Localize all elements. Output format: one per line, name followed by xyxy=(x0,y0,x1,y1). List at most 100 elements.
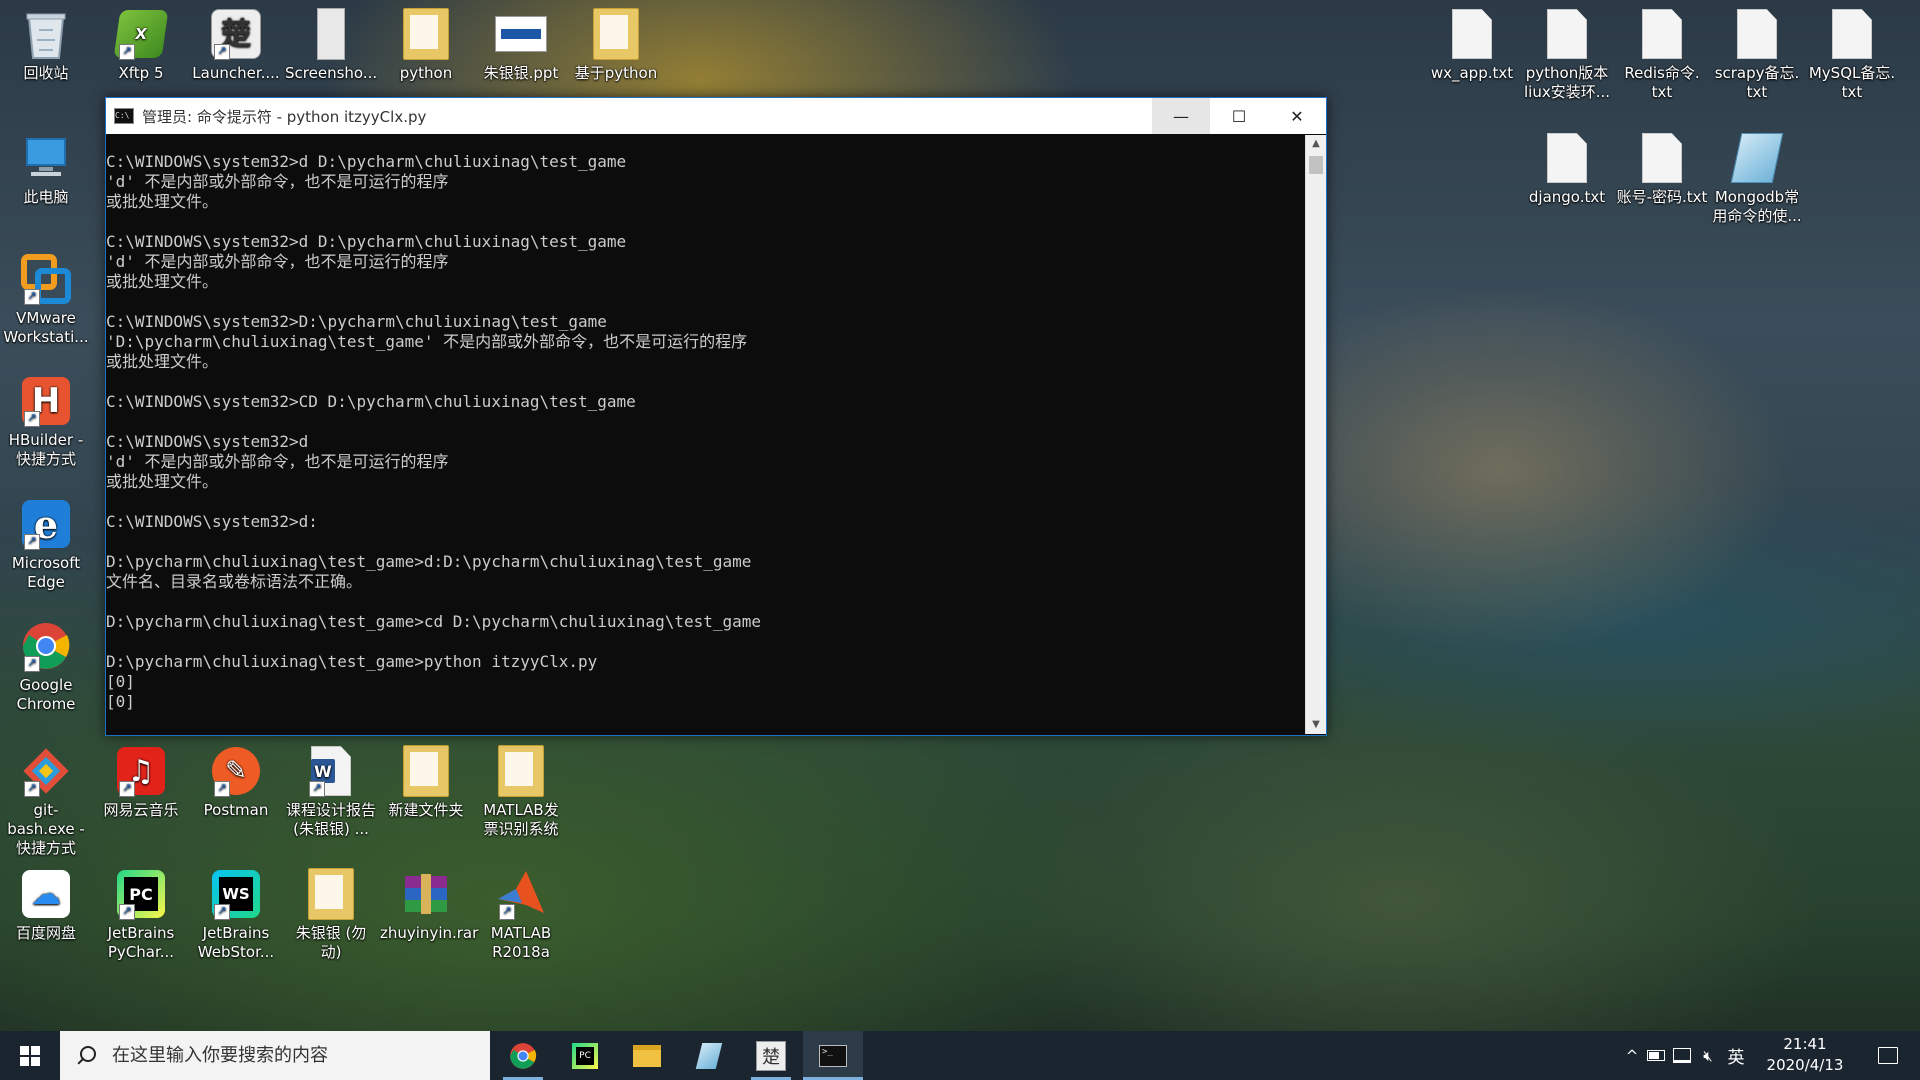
desktop-icon-python-folder[interactable]: 基于python xyxy=(570,8,662,83)
scroll-down-icon[interactable]: ▼ xyxy=(1306,716,1326,734)
console-line: 文件名、目录名或卷标语法不正确。 xyxy=(106,572,363,591)
scroll-up-icon[interactable]: ▲ xyxy=(1306,135,1326,153)
desktop-icon-webstorm[interactable]: WS ↗ JetBrains WebStor... xyxy=(190,868,282,962)
desktop-icon-chrome[interactable]: ↗ Google Chrome xyxy=(0,620,92,714)
desktop-icon-netease-music[interactable]: ♫ ↗ 网易云音乐 xyxy=(95,745,187,820)
desktop-icon-label: Mongodb常 用命令的使... xyxy=(1712,188,1802,225)
file-explorer-icon xyxy=(633,1044,661,1067)
ime-indicator[interactable]: 英 xyxy=(1722,1031,1750,1080)
system-tray: ^ 🔇︎ 英 21:41 2020/4/13 xyxy=(1620,1031,1920,1080)
folder-icon xyxy=(495,745,547,797)
close-button[interactable]: ✕ xyxy=(1268,98,1326,134)
desktop-icon-xftp[interactable]: X ↗ Xftp 5 xyxy=(95,8,187,83)
launcher-icon: 楚 ↗ xyxy=(210,8,262,60)
console-line: 'd' 不是内部或外部命令，也不是可运行的程序 xyxy=(106,252,449,271)
maximize-button[interactable]: ☐ xyxy=(1210,98,1268,134)
taskbar-app-pycharm[interactable]: PC xyxy=(555,1031,615,1080)
edge-icon: e ↗ xyxy=(20,498,72,550)
action-center-icon[interactable] xyxy=(1868,1031,1908,1080)
ppt-icon xyxy=(495,8,547,60)
console-line: [0] xyxy=(106,692,135,711)
desktop-icon-course-report[interactable]: W ↗ 课程设计报告 (朱银银) ... xyxy=(285,745,377,839)
desktop-icon-matlab-invoice[interactable]: MATLAB发 票识别系统 xyxy=(475,745,567,839)
desktop-icon-mysql[interactable]: MySQL备忘. txt xyxy=(1806,8,1898,102)
taskbar-app-notepad[interactable] xyxy=(679,1031,739,1080)
taskbar-app-chrome[interactable] xyxy=(493,1031,553,1080)
show-hidden-icons-button[interactable]: ^ xyxy=(1620,1031,1644,1080)
folder-icon xyxy=(305,868,357,920)
webstorm-icon: WS ↗ xyxy=(210,868,262,920)
start-button[interactable] xyxy=(0,1031,60,1080)
battery-icon[interactable] xyxy=(1644,1031,1668,1080)
taskbar-app-file-explorer[interactable] xyxy=(617,1031,677,1080)
desktop-icon-redis[interactable]: Redis命令. txt xyxy=(1616,8,1708,102)
desktop-icon-new-folder[interactable]: 新建文件夹 xyxy=(380,745,472,820)
desktop-icon-python-linux[interactable]: python版本 liux安装环... xyxy=(1521,8,1613,102)
desktop-icon-label: zhuyinyin.rar xyxy=(380,924,479,942)
desktop-icon-scrapy[interactable]: scrapy备忘. txt xyxy=(1711,8,1803,102)
pycharm-icon: PC xyxy=(572,1042,598,1069)
desktop-icon-label: 账号-密码.txt xyxy=(1616,188,1708,206)
cmd-icon: C:\ xyxy=(114,108,134,124)
launcher-icon: 楚 xyxy=(756,1040,786,1071)
search-input[interactable] xyxy=(110,1044,474,1067)
desktop-icon-label: Microsoft Edge xyxy=(11,554,81,591)
desktop-icon-screenshot[interactable]: Screensho... xyxy=(285,8,377,83)
text-file-icon xyxy=(1541,8,1593,60)
desktop-icon-python-doc[interactable]: python xyxy=(380,8,472,83)
desktop-icon-django[interactable]: django.txt xyxy=(1521,132,1613,207)
taskbar-app-cmd[interactable]: >_ xyxy=(803,1031,863,1080)
vertical-scrollbar[interactable]: ▲ ▼ xyxy=(1305,135,1326,734)
desktop-icon-launcher[interactable]: 楚 ↗ Launcher.... xyxy=(190,8,282,83)
desktop-icon-edge[interactable]: e ↗ Microsoft Edge xyxy=(0,498,92,592)
desktop-icon-this-pc[interactable]: 此电脑 xyxy=(0,132,92,207)
xftp-icon: X ↗ xyxy=(113,8,169,60)
desktop-icon-label: VMware Workstati... xyxy=(3,309,89,346)
console-line: D:\pycharm\chuliuxinag\test_game>d:D:\py… xyxy=(106,552,752,571)
desktop-icon-ppt[interactable]: 朱银银.ppt xyxy=(475,8,567,83)
scrollbar-thumb[interactable] xyxy=(1309,156,1323,174)
desktop-icon-label: django.txt xyxy=(1528,188,1606,206)
volume-muted-icon[interactable]: 🔇︎ xyxy=(1696,1031,1720,1080)
notepad-icon xyxy=(695,1042,723,1069)
taskbar-app-launcher[interactable]: 楚 xyxy=(741,1031,801,1080)
clock[interactable]: 21:41 2020/4/13 xyxy=(1760,1031,1850,1080)
desktop-icon-zhuyinyin-folder[interactable]: 朱银银 (勿 动) xyxy=(285,868,377,962)
desktop-icon-zhuyinyin-rar[interactable]: zhuyinyin.rar xyxy=(380,868,479,943)
desktop-icon-hbuilder[interactable]: H ↗ HBuilder - 快捷方式 xyxy=(0,375,92,469)
desktop-icon-label: 此电脑 xyxy=(23,188,69,206)
folder-icon xyxy=(400,745,452,797)
network-icon[interactable] xyxy=(1670,1031,1694,1080)
console-line: C:\WINDOWS\system32>d xyxy=(106,432,309,451)
cmd-titlebar[interactable]: C:\ 管理员: 命令提示符 - python itzyyClx.py — ☐ … xyxy=(106,98,1326,134)
vmware-icon: ↗ xyxy=(20,253,72,305)
desktop-icon-git-bash[interactable]: ↗ git-bash.exe - 快捷方式 xyxy=(0,745,92,858)
notepad-doc-icon xyxy=(1730,132,1784,184)
desktop-icon-matlab[interactable]: ↗ MATLAB R2018a xyxy=(475,868,567,962)
minimize-button[interactable]: — xyxy=(1152,98,1210,134)
matlab-icon: ↗ xyxy=(495,868,547,920)
desktop-icon-label: 朱银银 (勿 动) xyxy=(295,924,367,961)
desktop-icon-postman[interactable]: ✎ ↗ Postman xyxy=(190,745,282,820)
desktop-icon-account-password[interactable]: 账号-密码.txt xyxy=(1616,132,1708,207)
cmd-icon: >_ xyxy=(819,1044,847,1067)
desktop-icon-label: Xftp 5 xyxy=(118,64,164,82)
screenshot-icon xyxy=(305,8,357,60)
cmd-window[interactable]: C:\ 管理员: 命令提示符 - python itzyyClx.py — ☐ … xyxy=(105,97,1327,736)
desktop-icon-label: scrapy备忘. txt xyxy=(1714,64,1800,101)
console-output[interactable]: C:\WINDOWS\system32>d D:\pycharm\chuliux… xyxy=(106,135,1305,751)
desktop-icon-label: JetBrains WebStor... xyxy=(197,924,275,961)
desktop-icon-baidu-netdisk[interactable]: ☁ 百度网盘 xyxy=(0,868,92,943)
desktop-icon-mongodb[interactable]: Mongodb常 用命令的使... xyxy=(1711,132,1803,226)
desktop-icon-pycharm[interactable]: PC ↗ JetBrains PyChar... xyxy=(95,868,187,962)
desktop-icon-recycle-bin[interactable]: 回收站 xyxy=(0,8,92,83)
pycharm-icon: PC ↗ xyxy=(115,868,167,920)
desktop-icon-vmware[interactable]: ↗ VMware Workstati... xyxy=(0,253,92,347)
desktop-icon-wx-app[interactable]: wx_app.txt xyxy=(1426,8,1518,83)
taskbar-search[interactable] xyxy=(60,1031,490,1080)
